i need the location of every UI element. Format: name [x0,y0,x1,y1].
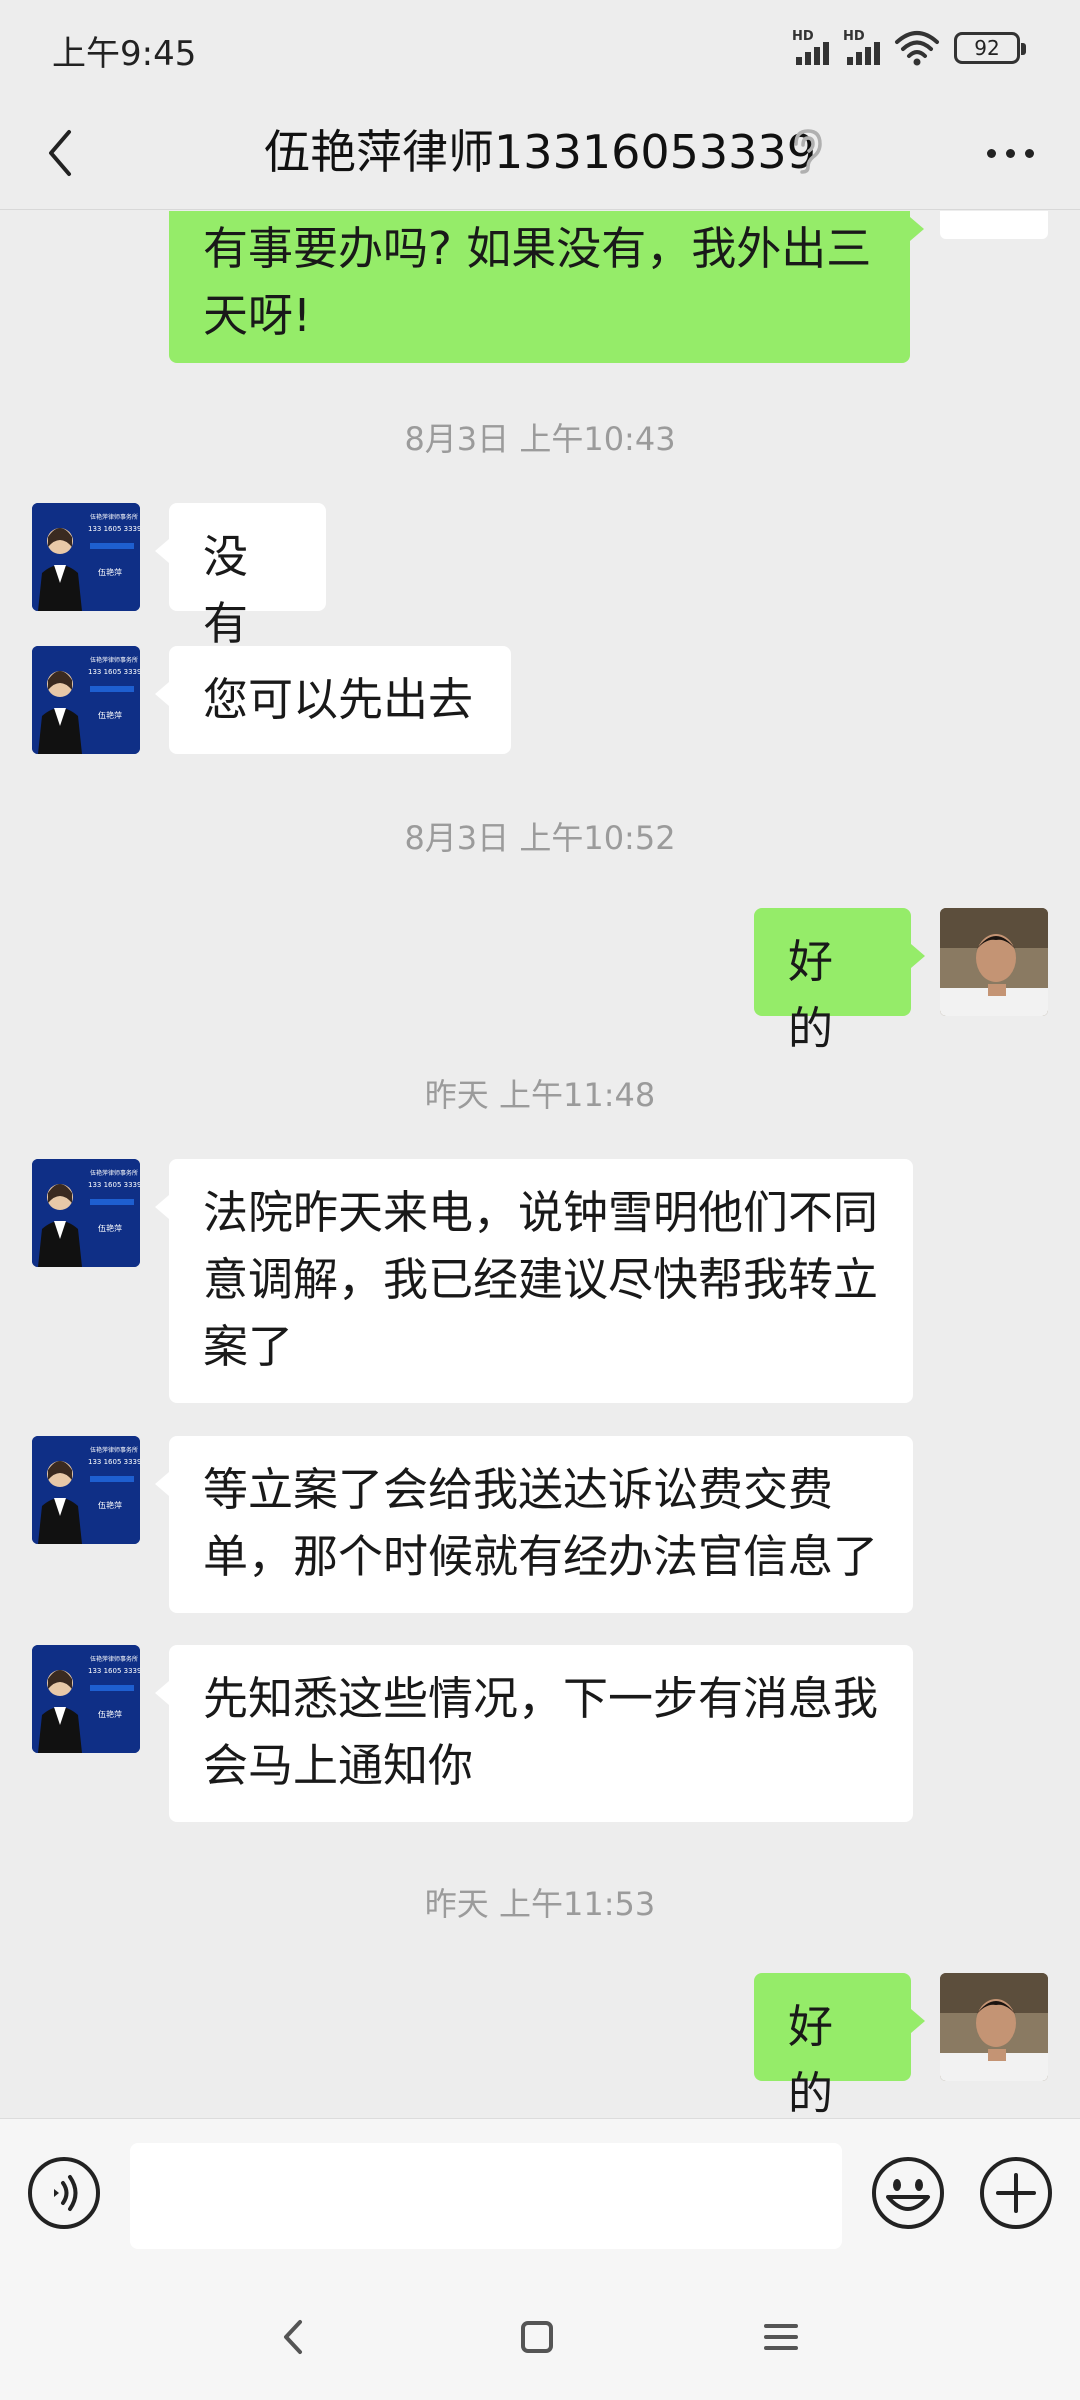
message-line: 天呀! [203,289,312,342]
message-line: 好的 [788,935,834,1055]
message-timestamp: 8月3日 上午10:52 [404,819,676,857]
message-line: 有事要办吗? 如果没有，我外出三 [203,222,872,275]
lawyer-avatar-icon: 伍艳萍律师事务所 133 1605 3339 伍艳萍 [32,646,140,754]
input-bar [0,2118,1080,2268]
message-bubble-other[interactable]: 先知悉这些情况，下一步有消息我 会马上通知你 [155,1645,913,1822]
avatar[interactable]: 伍艳萍律师事务所 133 1605 3339 伍艳萍 [32,1159,140,1267]
user-avatar-icon [940,908,1048,1016]
avatar-text: 伍艳萍 [98,1223,122,1233]
avatar-text: 133 1605 3339 [88,1667,140,1675]
avatar-text: 伍艳萍 [98,710,122,720]
message-line: 法院昨天来电，说钟雪明他们不同 [203,1186,879,1239]
signal-icon: HD [792,29,829,65]
battery-icon: 92 [954,32,1026,64]
battery-level: 92 [974,36,1000,60]
message-line: 先知悉这些情况，下一步有消息我 [203,1672,879,1725]
status-time: 上午9:45 [52,34,197,74]
avatar-text: 伍艳萍律师事务所 [90,1446,138,1454]
user-avatar-icon [940,1973,1048,2081]
avatar[interactable] [940,1973,1048,2081]
avatar[interactable]: 伍艳萍律师事务所 133 1605 3339 伍艳萍 [32,1436,140,1544]
chat-title: 伍艳萍律师13316053339 [264,125,816,179]
ear-icon [794,129,822,174]
avatar[interactable]: 伍艳萍律师事务所 133 1605 3339 伍艳萍 [32,1645,140,1753]
message-line: 没有 [203,530,249,650]
signal-hd-label: HD [792,29,814,44]
nav-menu-icon[interactable] [756,2312,806,2362]
message-timestamp: 昨天 上午11:53 [424,1885,656,1923]
status-bar: 上午9:45 HD HD 92 [0,0,1080,96]
avatar-text: 133 1605 3339 [88,525,140,533]
message-bubble-other[interactable]: 您可以先出去 [155,646,511,754]
nav-home-icon[interactable] [512,2312,562,2362]
nav-back-icon[interactable] [270,2312,320,2362]
signal-hd-label: HD [843,29,865,44]
avatar-text: 伍艳萍律师事务所 [90,656,138,664]
more-options-button[interactable] [970,126,1050,180]
message-line: 单，那个时候就有经办法官信息了 [203,1530,879,1583]
avatar-text: 伍艳萍律师事务所 [90,1169,138,1177]
avatar-text: 伍艳萍 [98,1500,122,1510]
message-input[interactable] [130,2143,842,2249]
system-nav-bar [0,2268,1080,2400]
message-bubble-self[interactable]: 有事要办吗? 如果没有，我外出三 天呀! [169,211,924,363]
message-bubble-self[interactable]: 好的 [754,1973,925,2116]
avatar-text: 133 1605 3339 [88,1458,140,1466]
signal-icon: HD [843,29,880,65]
avatar-text: 133 1605 3339 [88,1181,140,1189]
lawyer-avatar-icon: 伍艳萍律师事务所 133 1605 3339 伍艳萍 [32,1436,140,1544]
avatar[interactable]: 伍艳萍律师事务所 133 1605 3339 伍艳萍 [32,646,140,754]
message-line: 您可以先出去 [203,673,474,726]
lawyer-avatar-icon: 伍艳萍律师事务所 133 1605 3339 伍艳萍 [32,1159,140,1267]
avatar[interactable] [940,908,1048,1016]
more-dots-icon [986,148,996,158]
message-timestamp: 8月3日 上午10:43 [404,420,676,458]
message-bubble-other[interactable]: 法院昨天来电，说钟雪明他们不同 意调解，我已经建议尽快帮我转立 案了 [155,1159,913,1403]
avatar-text: 133 1605 3339 [88,668,140,676]
message-line: 好的 [788,2000,834,2116]
message-bubble-self[interactable]: 好的 [754,908,925,1055]
message-timestamp: 昨天 上午11:48 [424,1076,656,1114]
message-line: 会马上通知你 [203,1739,474,1792]
avatar-text: 伍艳萍 [98,1709,122,1719]
avatar-text: 伍艳萍律师事务所 [90,513,138,521]
message-line: 意调解，我已经建议尽快帮我转立 [203,1253,879,1306]
message-bubble-other[interactable]: 没有 [155,503,326,650]
avatar[interactable]: 伍艳萍律师事务所 133 1605 3339 伍艳萍 [32,503,140,611]
chat-messages[interactable]: 有事要办吗? 如果没有，我外出三 天呀! 8月3日 上午10:43 伍艳萍律师事… [0,211,1080,2116]
message-line: 案了 [203,1320,294,1373]
chat-header: 伍艳萍律师13316053339 [0,96,1080,210]
emoji-icon[interactable] [870,2155,946,2231]
lawyer-avatar-icon: 伍艳萍律师事务所 133 1605 3339 伍艳萍 [32,503,140,611]
status-icons: HD HD 92 [792,28,1026,68]
avatar-text: 伍艳萍律师事务所 [90,1655,138,1663]
message-bubble-other[interactable]: 等立案了会给我送达诉讼费交费 单，那个时候就有经办法官信息了 [155,1436,913,1613]
wifi-icon [895,31,939,66]
avatar-text: 伍艳萍 [98,567,122,577]
message-line: 等立案了会给我送达诉讼费交费 [203,1463,834,1516]
voice-icon[interactable] [26,2155,102,2231]
lawyer-avatar-icon: 伍艳萍律师事务所 133 1605 3339 伍艳萍 [32,1645,140,1753]
plus-icon[interactable] [978,2155,1054,2231]
avatar[interactable] [940,211,1048,239]
